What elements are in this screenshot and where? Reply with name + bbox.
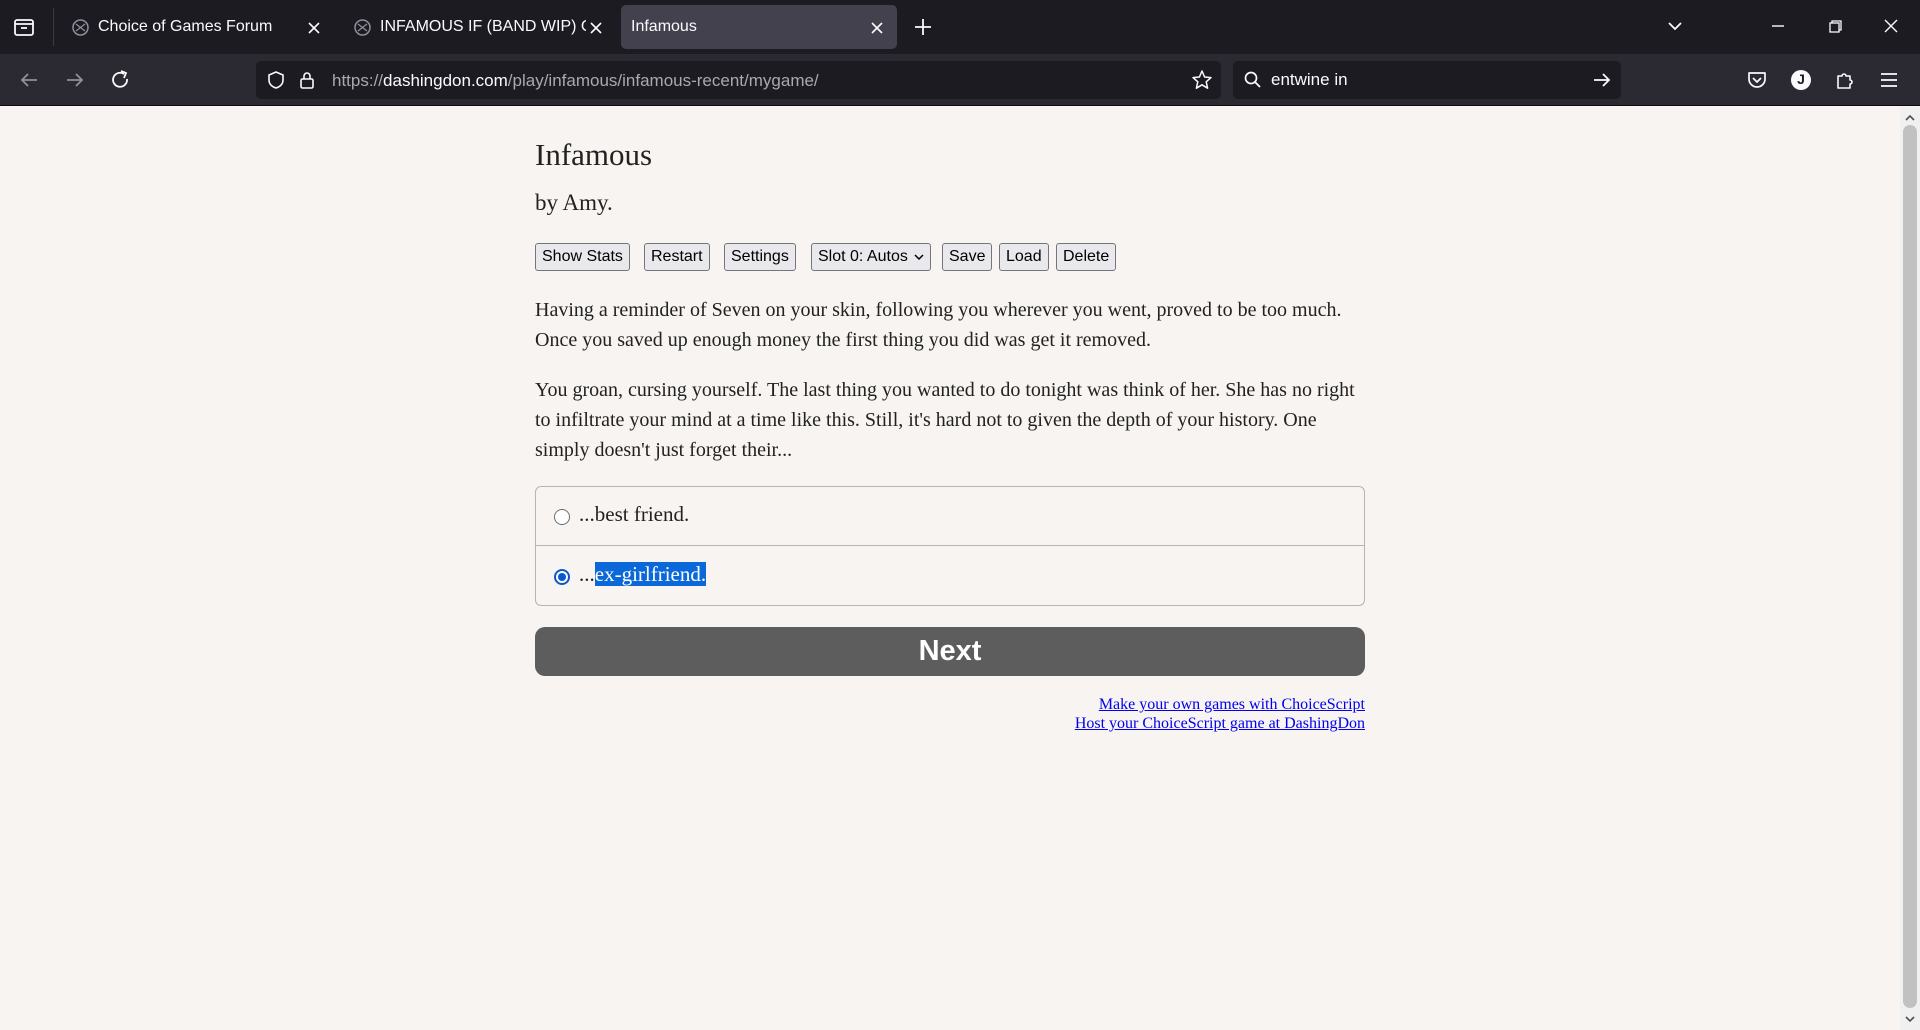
choice-label: ...best friend. — [579, 502, 689, 527]
extensions-puzzle-icon[interactable] — [1832, 67, 1858, 93]
search-bar[interactable] — [1233, 61, 1621, 99]
reload-icon[interactable] — [107, 67, 133, 93]
choice-label: ...ex-girlfriend. — [579, 562, 707, 587]
tab-title: Infamous — [631, 18, 697, 35]
forum-favicon-icon — [354, 19, 371, 36]
restart-button[interactable]: Restart — [644, 243, 710, 271]
list-all-tabs-icon[interactable] — [12, 15, 38, 39]
tab-title: Choice of Games Forum — [98, 18, 273, 35]
tab-infamous-if-forum-thread[interactable]: INFAMOUS IF (BAND WIP) CHA — [340, 5, 610, 49]
search-icon — [1243, 70, 1263, 95]
navigation-toolbar: https://dashingdon.com/play/infamous/inf… — [0, 54, 1920, 106]
forward-arrow-icon[interactable] — [62, 67, 88, 93]
avatar-initial: J — [1797, 71, 1805, 87]
choice-prefix: ... — [579, 502, 595, 526]
save-slot-select[interactable]: Slot 0: Autos — [811, 243, 931, 271]
choice-prefix: ... — [579, 562, 595, 586]
page-scrollbar[interactable] — [1900, 107, 1920, 1030]
chevron-down-icon — [914, 254, 924, 261]
search-go-arrow-icon[interactable] — [1591, 69, 1613, 96]
url-scheme: https:// — [332, 71, 384, 90]
scrollbar-thumb[interactable] — [1903, 125, 1917, 1008]
game-title: Infamous — [535, 137, 653, 172]
back-arrow-icon[interactable] — [16, 67, 42, 93]
padlock-icon[interactable] — [298, 70, 316, 95]
tab-separator — [53, 8, 54, 46]
footer-links: Make your own games with ChoiceScript Ho… — [1075, 695, 1365, 733]
scroll-down-arrow-icon[interactable] — [1904, 1012, 1916, 1024]
choice-list: ...best friend. ...ex-girlfriend. — [535, 486, 1365, 606]
search-input[interactable] — [1271, 69, 1571, 91]
close-window-icon[interactable] — [1880, 15, 1902, 37]
story-paragraph: Having a reminder of Seven on your skin,… — [535, 299, 1342, 351]
show-stats-button[interactable]: Show Stats — [535, 243, 630, 271]
story-paragraph: You groan, cursing yourself. The last th… — [535, 379, 1355, 461]
radio-button-checked[interactable] — [554, 569, 570, 585]
url-path: /play/infamous/infamous-recent/mygame/ — [507, 71, 819, 90]
host-game-link[interactable]: Host your ChoiceScript game at DashingDo… — [1075, 714, 1365, 733]
game-author: by Amy. — [535, 190, 613, 215]
tab-choice-of-games-forum[interactable]: Choice of Games Forum — [58, 5, 330, 49]
account-avatar[interactable]: J — [1788, 67, 1814, 93]
tab-bar: Choice of Games Forum INFAMOUS IF (BAND … — [0, 0, 1920, 54]
hamburger-menu-icon[interactable] — [1876, 67, 1902, 93]
tab-overflow-chevron-down-icon[interactable] — [1664, 15, 1686, 37]
load-button[interactable]: Load — [999, 243, 1049, 271]
choice-text: best friend. — [594, 502, 690, 526]
radio-button[interactable] — [554, 509, 570, 525]
save-button[interactable]: Save — [942, 243, 993, 271]
scroll-up-arrow-icon[interactable] — [1904, 111, 1916, 123]
save-slot-value: Slot 0: Autos — [818, 248, 908, 265]
url-host: dashingdon.com — [383, 71, 508, 90]
new-tab-plus-icon[interactable] — [912, 16, 934, 38]
make-games-link[interactable]: Make your own games with ChoiceScript — [1075, 695, 1365, 714]
choice-text-selected: ex-girlfriend. — [594, 562, 707, 586]
bookmark-star-icon[interactable] — [1191, 69, 1213, 96]
restore-window-icon[interactable] — [1824, 15, 1846, 37]
next-button[interactable]: Next — [535, 627, 1365, 676]
pocket-icon[interactable] — [1744, 67, 1770, 93]
url-text[interactable]: https://dashingdon.com/play/infamous/inf… — [332, 71, 819, 91]
close-tab-icon[interactable] — [306, 20, 322, 36]
close-tab-icon[interactable] — [869, 20, 885, 36]
choice-option-best-friend[interactable]: ...best friend. — [536, 487, 1364, 546]
choice-option-ex-girlfriend[interactable]: ...ex-girlfriend. — [536, 547, 1364, 606]
delete-button[interactable]: Delete — [1056, 243, 1117, 271]
tab-infamous[interactable]: Infamous — [621, 5, 897, 49]
address-bar[interactable]: https://dashingdon.com/play/infamous/inf… — [256, 61, 1221, 99]
forum-favicon-icon — [72, 19, 89, 36]
close-tab-icon[interactable] — [588, 20, 604, 36]
minimize-window-icon[interactable] — [1767, 15, 1789, 37]
settings-button[interactable]: Settings — [724, 243, 796, 271]
page-content: Infamous by Amy. Show Stats Restart Sett… — [0, 107, 1900, 1030]
tab-title: INFAMOUS IF (BAND WIP) CHA — [380, 18, 586, 35]
tracking-protection-shield-icon[interactable] — [266, 70, 286, 95]
